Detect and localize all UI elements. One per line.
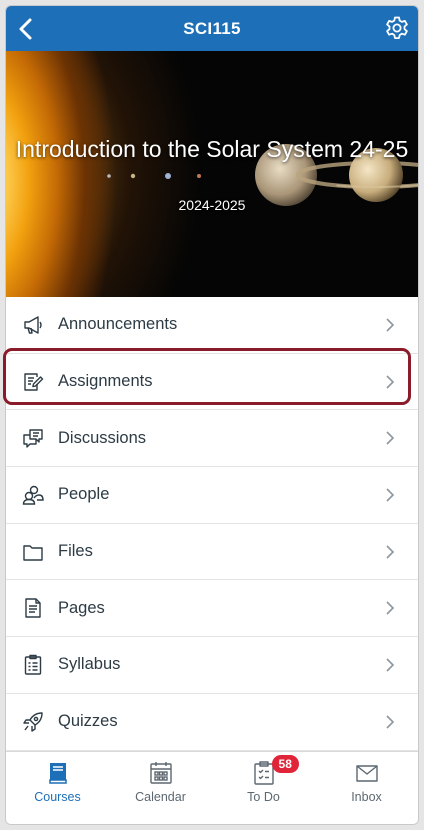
menu-item-quizzes[interactable]: Quizzes [6, 693, 418, 751]
menu-item-label: Discussions [58, 428, 147, 447]
solar-system-illustration [107, 144, 418, 206]
menu-item-label: Pages [58, 598, 105, 617]
page-icon [25, 598, 41, 618]
tab-todo[interactable]: 58 To Do [212, 752, 315, 824]
tab-inbox[interactable]: Inbox [315, 752, 418, 824]
menu-item-label: People [58, 485, 110, 504]
menu-item-announcements[interactable]: Announcements [6, 297, 418, 354]
assignment-icon [24, 372, 44, 391]
app-screen: SCI115 Introduction to the Solar System … [5, 5, 419, 825]
menu-item-label: Quizzes [58, 712, 118, 731]
menu-item-assignments[interactable]: Assignments [6, 353, 418, 411]
menu-item-pages[interactable]: Pages [6, 580, 418, 638]
chevron-right-icon [386, 715, 395, 729]
course-header: SCI115 [6, 6, 418, 51]
rocket-icon [23, 711, 43, 732]
chevron-right-icon [386, 601, 395, 615]
tab-calendar[interactable]: Calendar [109, 752, 212, 824]
tab-courses[interactable]: Courses [6, 752, 109, 824]
menu-item-label: Files [58, 542, 93, 561]
tab-label: Courses [34, 790, 81, 804]
course-navigation-menu: Announcements Assignments Discussions Pe… [6, 297, 418, 751]
course-name: Introduction to the Solar System 24-25 [15, 136, 409, 162]
todo-count-badge: 58 [271, 755, 299, 773]
discussion-icon [23, 429, 43, 448]
menu-item-label: Syllabus [58, 655, 121, 674]
chevron-right-icon [386, 658, 395, 672]
syllabus-icon [24, 654, 42, 675]
course-term: 2024-2025 [178, 197, 246, 213]
menu-item-label: Announcements [58, 315, 178, 334]
megaphone-icon [24, 316, 42, 334]
folder-icon [23, 544, 43, 561]
tab-label: Inbox [351, 790, 382, 804]
chevron-right-icon [386, 545, 395, 559]
chevron-right-icon [386, 374, 395, 389]
menu-item-files[interactable]: Files [6, 523, 418, 581]
tab-label: To Do [247, 790, 280, 804]
calendar-icon [149, 762, 172, 784]
inbox-icon [355, 765, 378, 782]
chevron-right-icon [386, 431, 395, 445]
course-code-title: SCI115 [183, 19, 241, 38]
menu-item-syllabus[interactable]: Syllabus [6, 637, 418, 694]
tab-label: Calendar [135, 790, 186, 804]
course-banner-image: Introduction to the Solar System 24-25 2… [6, 51, 418, 297]
people-icon [22, 485, 44, 505]
gear-icon[interactable] [384, 15, 410, 41]
menu-item-discussions[interactable]: Discussions [6, 410, 418, 468]
courses-icon [48, 763, 67, 784]
menu-item-people[interactable]: People [6, 467, 418, 524]
bottom-tab-bar: Courses Calendar 58 To Do Inbox [6, 751, 418, 824]
menu-item-label: Assignments [58, 372, 153, 391]
chevron-right-icon [386, 318, 395, 332]
chevron-right-icon [386, 488, 395, 502]
